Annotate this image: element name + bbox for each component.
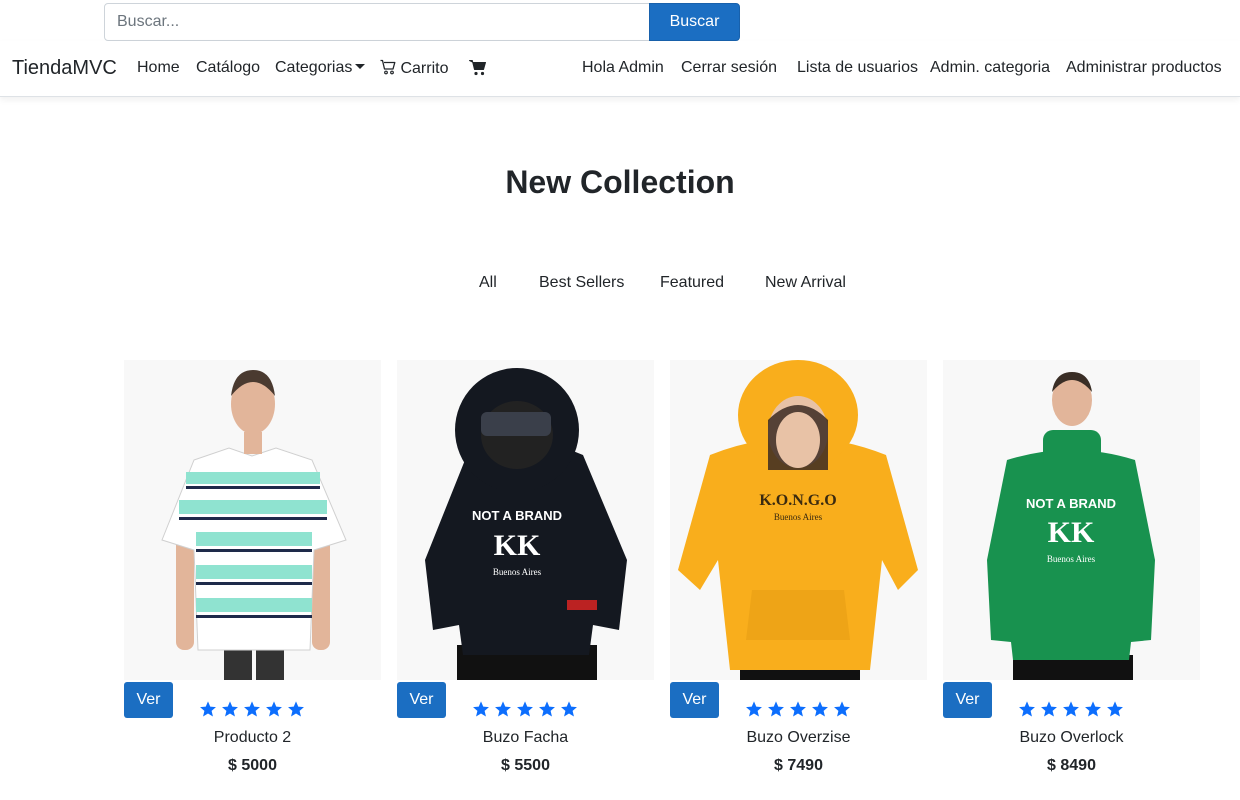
nav-carrito-label: Carrito [400,60,449,77]
filter-featured[interactable]: Featured [660,274,724,292]
product-name: Buzo Overzise [746,729,851,746]
search-form: Buscar [104,3,740,41]
ver-button[interactable]: Ver [124,682,173,718]
rating-stars [1018,700,1128,718]
svg-text:NOT A BRAND: NOT A BRAND [472,508,562,523]
star-icon [200,701,216,717]
caret-down-icon [355,64,366,69]
product-name: Producto 2 [213,729,292,746]
star-icon [834,701,850,717]
ver-button[interactable]: Ver [670,682,719,718]
star-icon [539,701,555,717]
rating-stars [472,700,582,718]
svg-text:NOT A BRAND: NOT A BRAND [1026,496,1116,511]
navbar: TiendaMVC Home Catálogo Categorias Carri… [0,41,1240,97]
product-card: K.O.N.G.O Buenos Aires Ver Buzo Overzise… [670,360,927,790]
product-name: Buzo Overlock [1019,729,1124,746]
star-icon [266,701,282,717]
product-price: $ 7490 [774,757,823,774]
search-button[interactable]: Buscar [649,3,740,41]
ver-button[interactable]: Ver [397,682,446,718]
nav-hola-admin[interactable]: Hola Admin [582,59,664,77]
star-icon [1019,701,1035,717]
product-price: $ 8490 [1047,757,1096,774]
nav-carrito[interactable]: Carrito [380,59,448,78]
star-icon [768,701,784,717]
product-image[interactable] [124,360,381,680]
svg-text:K.O.N.G.O: K.O.N.G.O [759,492,836,509]
star-icon [746,701,762,717]
brand-link[interactable]: TiendaMVC [12,57,117,80]
nav-admin-categoria[interactable]: Admin. categoria [930,59,1050,77]
filter-new-arrival[interactable]: New Arrival [765,274,846,292]
star-icon [1107,701,1123,717]
rating-stars [745,700,855,718]
product-card: Ver Producto 2 $ 5000 [124,360,381,790]
search-input[interactable] [104,3,650,41]
nav-categorias-label: Categorias [275,59,353,76]
star-icon [1085,701,1101,717]
star-icon [561,701,577,717]
star-icon [790,701,806,717]
product-image[interactable]: NOT A BRAND KK Buenos Aires [397,360,654,680]
ver-button[interactable]: Ver [943,682,992,718]
svg-text:Buenos Aires: Buenos Aires [774,512,823,522]
filter-all[interactable]: All [479,274,497,292]
filter-best-sellers[interactable]: Best Sellers [539,274,624,292]
star-icon [517,701,533,717]
star-icon [1063,701,1079,717]
star-icon [1041,701,1057,717]
star-icon [288,701,304,717]
star-icon [222,701,238,717]
product-card: NOT A BRAND KK Buenos Aires Ver Buzo Ove… [943,360,1200,790]
svg-text:KK: KK [1048,516,1095,549]
svg-text:Buenos Aires: Buenos Aires [1047,554,1096,564]
nav-admin-productos[interactable]: Administrar productos [1066,59,1222,77]
nav-cart-icon-link[interactable] [469,59,487,82]
nav-lista-usuarios[interactable]: Lista de usuarios [797,59,918,77]
nav-home[interactable]: Home [137,59,180,77]
svg-text:Buenos Aires: Buenos Aires [493,567,542,577]
star-icon [495,701,511,717]
product-image[interactable]: K.O.N.G.O Buenos Aires [670,360,927,680]
svg-text:KK: KK [494,529,541,562]
cart-filled-icon [469,60,486,76]
nav-cerrar-sesion[interactable]: Cerrar sesión [681,59,777,77]
nav-categorias-dropdown[interactable]: Categorias [275,59,366,77]
page-title: New Collection [505,164,735,200]
cart-outline-icon [380,59,396,75]
product-price: $ 5500 [501,757,550,774]
nav-catalogo[interactable]: Catálogo [196,59,260,77]
product-image[interactable]: NOT A BRAND KK Buenos Aires [943,360,1200,680]
product-card: NOT A BRAND KK Buenos Aires Ver Buzo Fac… [397,360,654,790]
star-icon [244,701,260,717]
product-price: $ 5000 [228,757,277,774]
filter-tabs: All Best Sellers Featured New Arrival [0,274,1240,296]
product-name: Buzo Facha [482,729,569,746]
star-icon [812,701,828,717]
star-icon [473,701,489,717]
rating-stars [199,700,309,718]
